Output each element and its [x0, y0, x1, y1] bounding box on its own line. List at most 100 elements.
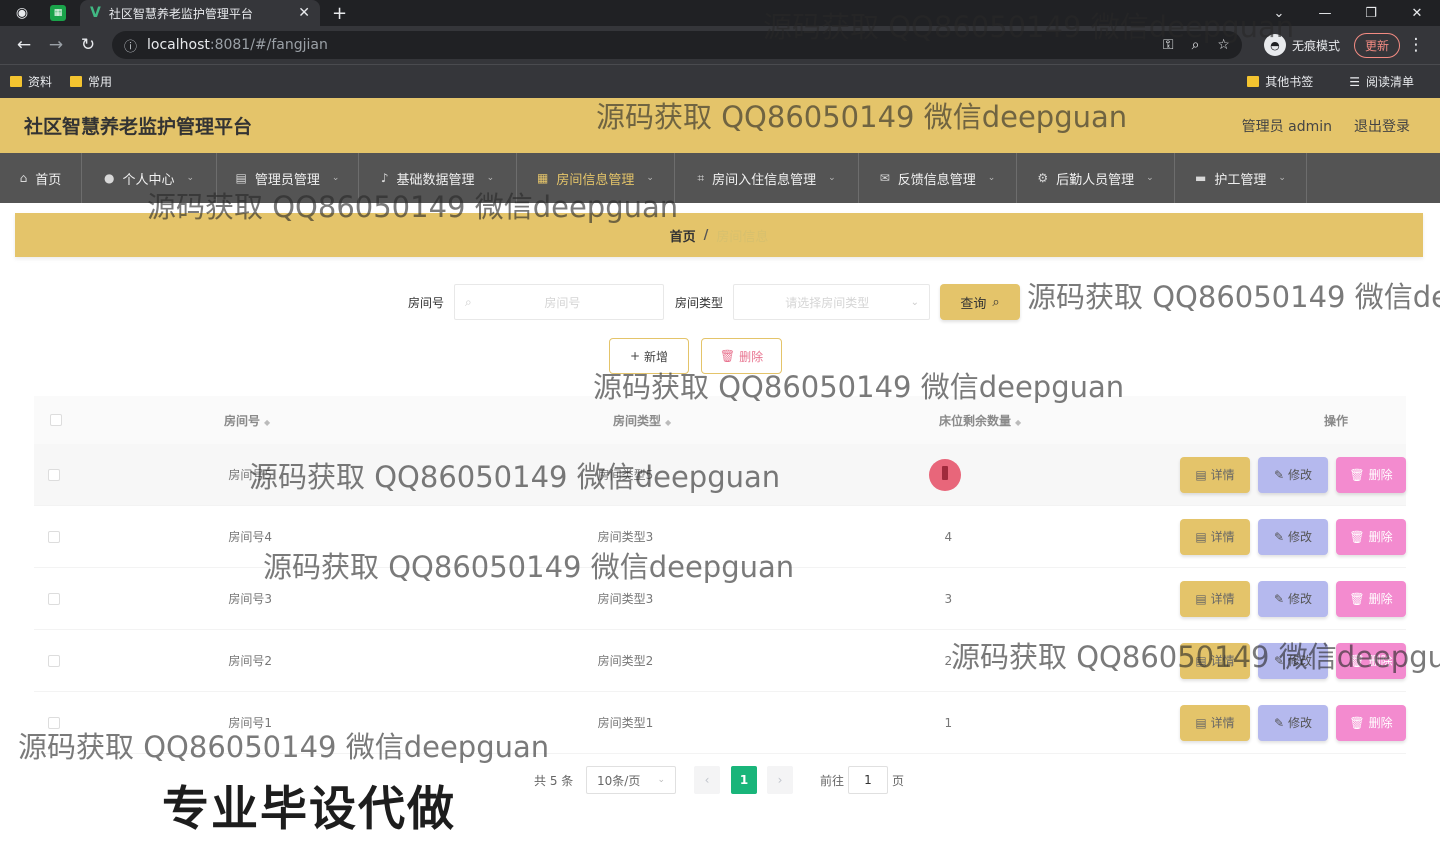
new-tab-icon[interactable]: +: [332, 3, 347, 24]
reading-list[interactable]: ☰ 阅读清单: [1349, 73, 1414, 90]
key-icon[interactable]: ⚿: [1163, 37, 1174, 53]
table-row: 房间号5 房间类型5 ▤ 详情 ✎ 修改 🗑 删除: [34, 444, 1406, 506]
bookmark-folder[interactable]: 资料: [10, 73, 52, 90]
update-button[interactable]: 更新: [1353, 32, 1400, 58]
delete-button[interactable]: 🗑 删除: [1336, 518, 1406, 555]
table-row: 房间号3 房间类型3 3 ▤ 详情 ✎ 修改 🗑 删除: [34, 568, 1406, 630]
chrome-logo-icon[interactable]: ◉: [12, 3, 32, 23]
pencil-icon: ✎: [1273, 529, 1285, 544]
doc-icon: ▤: [1195, 591, 1207, 606]
breadcrumb: 首页 / 房间信息: [15, 213, 1423, 257]
delete-button[interactable]: 🗑 删除: [1336, 642, 1406, 679]
row-checkbox[interactable]: [48, 592, 61, 605]
page-number-active[interactable]: 1: [731, 766, 757, 794]
query-button[interactable]: 查询 ⌕: [940, 284, 1020, 320]
next-page-button[interactable]: ›: [767, 766, 793, 794]
page-size-select[interactable]: 10条/页 ⌄: [586, 766, 676, 794]
edit-button[interactable]: ✎ 修改: [1258, 518, 1328, 555]
folder-icon: [10, 76, 22, 87]
close-window-icon[interactable]: ✕: [1394, 0, 1440, 26]
logout-link[interactable]: 退出登录: [1354, 116, 1410, 136]
app-shortcut-icon[interactable]: ▦: [50, 5, 66, 21]
restore-icon[interactable]: ❐: [1348, 0, 1394, 26]
pencil-icon: ✎: [1273, 715, 1285, 730]
header-room-no[interactable]: 房间号 ◆: [78, 412, 468, 429]
delete-button[interactable]: 🗑 删除: [1336, 704, 1406, 741]
url-field[interactable]: ⓘ localhost:8081/#/fangjian ⚿ ⌕ ☆: [112, 31, 1242, 59]
cell-room-no: 房间号3: [228, 592, 272, 606]
bookmarks-bar: 资料 常用 其他书签 ☰ 阅读清单: [0, 64, 1440, 98]
detail-button[interactable]: ▤ 详情: [1180, 456, 1250, 493]
goto-page-input[interactable]: 1: [848, 766, 888, 794]
select-all-checkbox[interactable]: [50, 414, 62, 426]
edit-button[interactable]: ✎ 修改: [1258, 704, 1328, 741]
row-checkbox[interactable]: [48, 716, 61, 729]
nav-item-basic-data[interactable]: ♪ 基础数据管理 ⌄: [359, 153, 517, 203]
menu-icon[interactable]: ⋮: [1400, 35, 1432, 55]
cell-beds-left: 3: [944, 591, 953, 606]
edit-button[interactable]: ✎ 修改: [1258, 642, 1328, 679]
nav-item-home[interactable]: ⌂ 首页: [0, 153, 82, 203]
back-icon[interactable]: ←: [8, 35, 40, 55]
room-type-select[interactable]: 请选择房间类型 ⌄: [733, 284, 930, 320]
nav-item-logistics[interactable]: ⚙ 后勤人员管理 ⌄: [1017, 153, 1175, 203]
doc-icon: ▤: [1195, 529, 1207, 544]
current-user: 管理员 admin: [1241, 118, 1332, 135]
minimize-icon[interactable]: —: [1302, 0, 1348, 26]
add-button[interactable]: + 新增: [609, 338, 689, 374]
bookmark-folder[interactable]: 常用: [70, 73, 112, 90]
site-info-icon[interactable]: ⓘ: [124, 36, 137, 55]
room-type-label: 房间类型: [675, 296, 724, 310]
folder-icon: [1247, 76, 1260, 87]
vue-logo-icon: V: [90, 5, 101, 21]
batch-delete-button[interactable]: 🗑 删除: [701, 338, 782, 374]
trash-icon: 🗑: [719, 349, 736, 363]
detail-button[interactable]: ▤ 详情: [1180, 642, 1250, 679]
pencil-icon: ✎: [1273, 591, 1285, 606]
row-checkbox[interactable]: [48, 530, 61, 543]
mouse-cursor-highlight: [928, 458, 961, 491]
close-tab-icon[interactable]: ✕: [298, 5, 310, 21]
row-checkbox[interactable]: [48, 654, 61, 667]
doc-icon: ▤: [1195, 715, 1207, 730]
admin-icon: ▤: [235, 171, 247, 185]
zoom-icon[interactable]: ⌕: [1192, 37, 1200, 53]
other-bookmarks[interactable]: 其他书签: [1247, 73, 1313, 90]
forward-icon[interactable]: →: [40, 35, 72, 55]
sort-icon: ◆: [264, 417, 271, 427]
nav-item-rooms[interactable]: ▦ 房间信息管理 ⌄: [517, 153, 675, 203]
cell-room-no: 房间号1: [228, 716, 272, 730]
incognito-indicator[interactable]: ◓ 无痕模式: [1263, 34, 1340, 56]
detail-button[interactable]: ▤ 详情: [1180, 704, 1250, 741]
incognito-icon: ◓: [1263, 34, 1286, 56]
promo-text: 专业毕设代做: [162, 782, 456, 837]
reload-icon[interactable]: ↻: [72, 35, 104, 55]
edit-button[interactable]: ✎ 修改: [1258, 456, 1328, 493]
header-beds-left[interactable]: 床位剩余数量 ◆: [813, 412, 1158, 429]
delete-button[interactable]: 🗑 删除: [1336, 580, 1406, 617]
tab-search-icon[interactable]: ⌄: [1256, 0, 1302, 26]
row-checkbox[interactable]: [48, 468, 61, 481]
nav-item-admins[interactable]: ▤ 管理员管理 ⌄: [217, 153, 359, 203]
delete-button[interactable]: 🗑 删除: [1336, 456, 1406, 493]
header-room-type[interactable]: 房间类型 ◆: [468, 412, 813, 429]
nav-item-caregivers[interactable]: ▬ 护工管理 ⌄: [1175, 153, 1307, 203]
app-header: 社区智慧养老监护管理平台 管理员 admin 退出登录: [0, 98, 1440, 153]
prev-page-button[interactable]: ‹: [694, 766, 720, 794]
cell-beds-left: 2: [944, 653, 953, 668]
rooms-table: 房间号 ◆ 房间类型 ◆ 床位剩余数量 ◆ 操作 房间号5 房间类型5 ▤ 详情 ✎ 修改…: [34, 396, 1406, 754]
room-no-input[interactable]: ⌕ 房间号: [454, 284, 664, 320]
nav-item-feedback[interactable]: ✉ 反馈信息管理 ⌄: [859, 153, 1017, 203]
chevron-left-icon: ‹: [704, 773, 710, 787]
nav-item-checkins[interactable]: ⌗ 房间入住信息管理 ⌄: [675, 153, 859, 203]
chevron-right-icon: ›: [777, 773, 783, 787]
browser-tab[interactable]: V 社区智慧养老监护管理平台 ✕: [80, 0, 320, 26]
edit-button[interactable]: ✎ 修改: [1258, 580, 1328, 617]
table-row: 房间号2 房间类型2 2 ▤ 详情 ✎ 修改 🗑 删除: [34, 630, 1406, 692]
nav-item-profile[interactable]: ● 个人中心 ⌄: [82, 153, 217, 203]
detail-button[interactable]: ▤ 详情: [1180, 580, 1250, 617]
breadcrumb-home[interactable]: 首页: [670, 226, 696, 245]
goto-prefix: 前往: [820, 773, 845, 788]
star-icon[interactable]: ☆: [1217, 37, 1230, 53]
detail-button[interactable]: ▤ 详情: [1180, 518, 1250, 555]
